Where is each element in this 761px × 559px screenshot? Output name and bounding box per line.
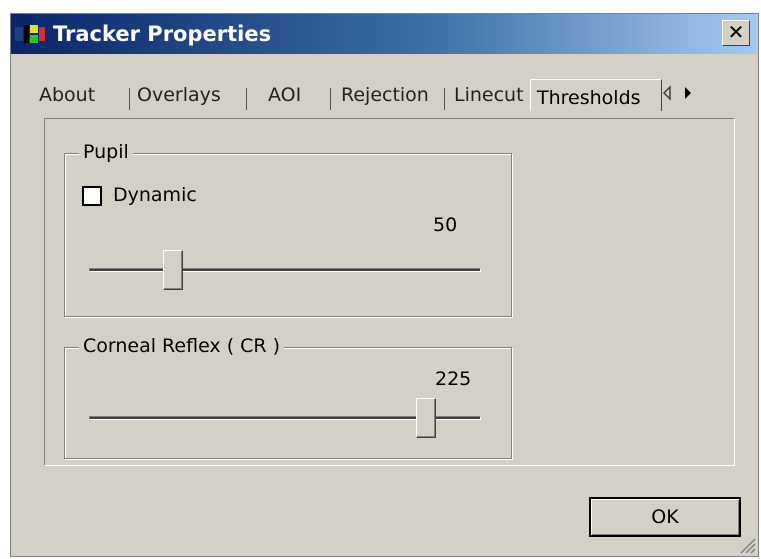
tab-separator bbox=[444, 88, 445, 110]
arrow-left-icon[interactable] bbox=[662, 85, 671, 101]
tab-scroll-arrows bbox=[662, 85, 691, 101]
tab-rejection[interactable]: Rejection bbox=[341, 84, 429, 106]
pupil-group: Pupil Dynamic 50 bbox=[64, 141, 512, 317]
pupil-slider-track[interactable] bbox=[89, 268, 481, 272]
tab-linecut[interactable]: Linecut bbox=[454, 84, 524, 106]
ok-button-label: OK bbox=[651, 506, 679, 528]
tab-overlays[interactable]: Overlays bbox=[137, 84, 221, 106]
tab-separator bbox=[246, 88, 247, 110]
tracker-properties-window: Tracker Properties ✕ About Overlays AOI … bbox=[10, 13, 759, 557]
window-title: Tracker Properties bbox=[53, 22, 272, 46]
tab-thresholds[interactable]: Thresholds bbox=[530, 79, 662, 111]
pupil-threshold-value: 50 bbox=[433, 214, 458, 236]
thresholds-panel: Pupil Dynamic 50 Corneal Reflex ( CR ) 2… bbox=[44, 118, 735, 466]
tab-separator bbox=[129, 88, 130, 110]
tab-about[interactable]: About bbox=[39, 84, 95, 106]
cr-threshold-value: 225 bbox=[435, 368, 472, 390]
tab-aoi[interactable]: AOI bbox=[268, 84, 301, 106]
dynamic-checkbox[interactable] bbox=[82, 186, 102, 206]
ok-button[interactable]: OK bbox=[589, 497, 741, 537]
cr-slider-thumb[interactable] bbox=[416, 398, 437, 438]
dynamic-label: Dynamic bbox=[113, 184, 197, 206]
corneal-reflex-group-label: Corneal Reflex ( CR ) bbox=[79, 335, 285, 357]
tab-strip: About Overlays AOI Rejection Linecut Thr… bbox=[39, 79, 662, 111]
corneal-reflex-group: Corneal Reflex ( CR ) 225 bbox=[64, 335, 512, 459]
close-icon: ✕ bbox=[727, 20, 745, 44]
app-icon bbox=[15, 25, 45, 43]
title-bar[interactable]: Tracker Properties ✕ bbox=[11, 14, 758, 54]
pupil-group-label: Pupil bbox=[79, 141, 133, 163]
pupil-slider-thumb[interactable] bbox=[163, 250, 184, 290]
tab-thresholds-label: Thresholds bbox=[537, 87, 641, 109]
close-button[interactable]: ✕ bbox=[722, 20, 750, 46]
resize-grip-icon[interactable] bbox=[738, 536, 756, 554]
tab-separator bbox=[330, 88, 331, 110]
arrow-right-icon[interactable] bbox=[685, 87, 691, 99]
